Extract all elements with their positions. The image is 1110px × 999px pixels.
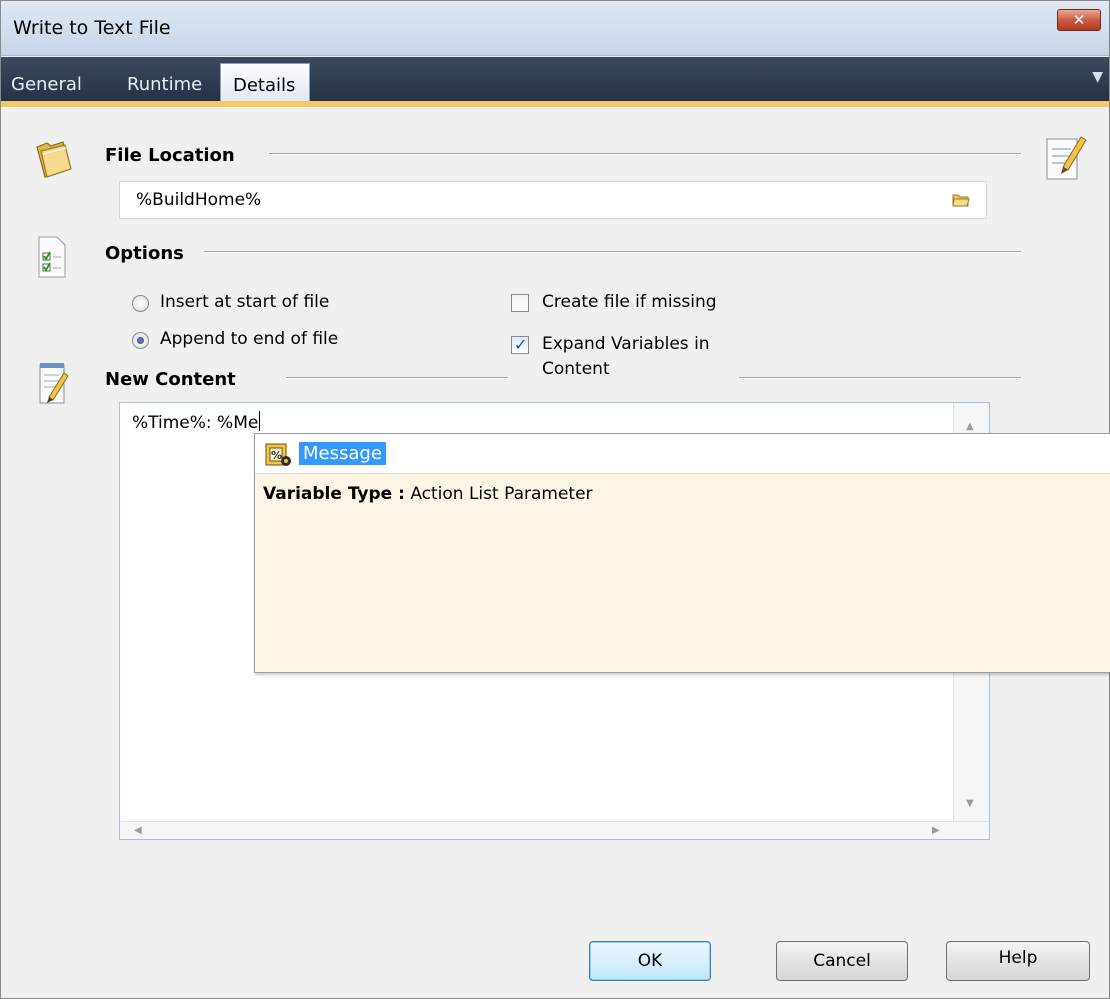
file-location-input[interactable]: %BuildHome% <box>119 181 987 219</box>
folder-browse-icon[interactable] <box>952 192 970 208</box>
scroll-up-icon[interactable]: ▲ <box>966 421 974 432</box>
svg-text:%: % <box>271 449 282 462</box>
separator <box>286 377 508 379</box>
insert-start-radio[interactable] <box>132 295 149 312</box>
append-end-radio[interactable] <box>132 332 149 349</box>
variable-type-key: Variable Type : <box>263 484 405 504</box>
separator <box>269 153 1021 155</box>
close-button[interactable]: ✕ <box>1057 9 1101 31</box>
folder-icon <box>36 141 72 178</box>
variable-type-value: Action List Parameter <box>410 484 593 504</box>
create-missing-checkbox[interactable] <box>511 294 529 312</box>
variable-icon: % <box>265 443 291 466</box>
options-title: Options <box>105 243 184 264</box>
scroll-left-icon[interactable]: ◀ <box>134 825 142 836</box>
title-bar[interactable]: Write to Text File ✕ <box>1 1 1109 56</box>
horizontal-scrollbar[interactable]: ◀ ▶ <box>120 821 989 839</box>
expand-vars-label-line1[interactable]: Expand Variables in <box>542 334 710 354</box>
ok-button[interactable]: OK <box>589 941 711 981</box>
tab-bar: General Runtime Details ▼ <box>1 57 1109 107</box>
file-location-title: File Location <box>105 145 235 166</box>
close-icon: ✕ <box>1072 11 1086 29</box>
expand-vars-checkbox[interactable]: ✓ <box>511 335 529 354</box>
tab-details[interactable]: Details <box>220 63 310 101</box>
separator <box>204 251 1021 253</box>
insert-start-label[interactable]: Insert at start of file <box>160 292 329 312</box>
tab-general[interactable]: General <box>11 74 82 95</box>
tab-runtime[interactable]: Runtime <box>127 74 202 95</box>
new-content-title: New Content <box>105 369 236 390</box>
edit-properties-icon[interactable] <box>1041 129 1089 185</box>
separator <box>739 377 1021 379</box>
autocomplete-item-label: Message <box>299 442 386 465</box>
cancel-button[interactable]: Cancel <box>776 941 908 981</box>
scroll-down-icon[interactable]: ▼ <box>966 798 974 809</box>
autocomplete-popup: % Message Variable Type : Action List Pa… <box>254 433 1110 673</box>
checkmark-icon: ✓ <box>514 335 528 354</box>
tab-menu-icon[interactable]: ▼ <box>1092 69 1103 85</box>
help-button[interactable]: Help <box>946 941 1090 981</box>
autocomplete-item-message[interactable]: % Message <box>255 434 1110 474</box>
scroll-right-icon[interactable]: ▶ <box>932 825 940 836</box>
expand-vars-label-line2[interactable]: Content <box>542 359 610 379</box>
checklist-icon <box>38 236 66 278</box>
dialog-window: Write to Text File ✕ General Runtime Det… <box>0 0 1110 999</box>
window-title: Write to Text File <box>13 17 171 39</box>
file-location-value: %BuildHome% <box>136 190 262 210</box>
new-content-text: %Time%: %Me <box>132 411 261 433</box>
append-end-label[interactable]: Append to end of file <box>160 329 338 349</box>
create-missing-label[interactable]: Create file if missing <box>542 292 717 312</box>
autocomplete-description: Variable Type : Action List Parameter <box>263 484 593 504</box>
text-caret <box>259 411 261 431</box>
notepad-icon <box>39 363 69 404</box>
